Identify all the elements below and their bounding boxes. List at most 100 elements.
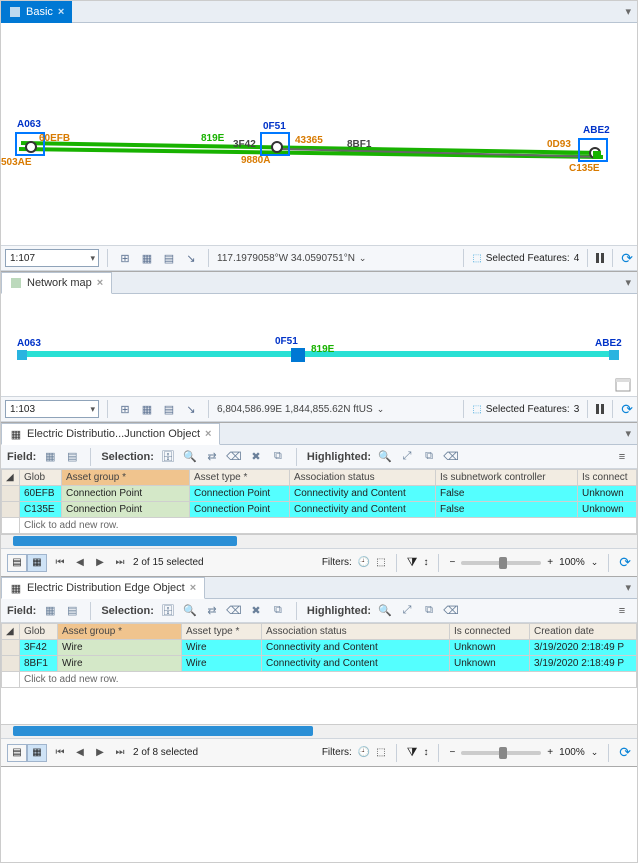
zoom-to-icon[interactable]: 🔍 bbox=[182, 603, 198, 619]
copy-sel-icon[interactable]: ⧉ bbox=[270, 603, 286, 619]
last-icon[interactable]: ⏭ bbox=[113, 746, 127, 760]
refresh-icon[interactable]: ⟳ bbox=[619, 554, 631, 571]
first-icon[interactable]: ⏮ bbox=[53, 746, 67, 760]
selection-icon[interactable]: ⬚ bbox=[472, 253, 481, 264]
basic-map-canvas[interactable]: A063 60EFB 503AE 819E 3F42 0F51 43365 98… bbox=[1, 23, 637, 245]
coords-display[interactable]: 6,804,586.99E 1,844,855.62N ftUS ⌄ bbox=[217, 404, 384, 415]
pane-menu-icon[interactable]: ▾ bbox=[625, 276, 637, 289]
chevron-down-icon[interactable]: ⌄ bbox=[591, 557, 599, 568]
switch-sel-icon[interactable]: ⇄ bbox=[204, 603, 220, 619]
close-icon[interactable]: × bbox=[97, 277, 103, 289]
expand-icon[interactable] bbox=[615, 378, 631, 392]
col-is-subnet[interactable]: Is subnetwork controller bbox=[436, 470, 578, 486]
time-filter-icon[interactable]: 🕘 bbox=[358, 557, 370, 568]
table-row[interactable]: C135E Connection Point Connection Point … bbox=[2, 502, 637, 518]
network-map-canvas[interactable]: A063 0F51 819E ABE2 bbox=[1, 294, 637, 396]
next-icon[interactable]: ▶ bbox=[93, 746, 107, 760]
prev-icon[interactable]: ◀ bbox=[73, 556, 87, 570]
table-row[interactable]: 60EFB Connection Point Connection Point … bbox=[2, 486, 637, 502]
col-creation-date[interactable]: Creation date bbox=[530, 624, 637, 640]
refresh-icon[interactable]: ⟳ bbox=[619, 744, 631, 761]
hl-select-icon[interactable]: ⧉ bbox=[421, 603, 437, 619]
copy-sel-icon[interactable]: ⧉ bbox=[270, 449, 286, 465]
close-icon[interactable]: × bbox=[58, 6, 64, 18]
col-asset-group[interactable]: Asset group * bbox=[62, 470, 190, 486]
scale-combo[interactable]: 1:103 bbox=[5, 400, 99, 418]
hl-zoom-icon[interactable]: 🔍 bbox=[377, 603, 393, 619]
sort-icon[interactable]: ↕ bbox=[423, 747, 428, 758]
col-asset-type[interactable]: Asset type * bbox=[190, 470, 290, 486]
zoom-slider[interactable] bbox=[461, 751, 541, 755]
view-mode-toggle[interactable]: ▤ ▦ bbox=[7, 744, 47, 762]
hl-select-icon[interactable]: ⧉ bbox=[421, 449, 437, 465]
table-row[interactable]: 3F42 Wire Wire Connectivity and Content … bbox=[2, 640, 637, 656]
time-filter-icon[interactable]: 🕘 bbox=[358, 747, 370, 758]
row-handle-header[interactable]: ◢ bbox=[2, 624, 20, 640]
selection-icon[interactable]: ⬚ bbox=[472, 404, 481, 415]
all-rows-icon[interactable]: ▤ bbox=[7, 554, 27, 572]
view-mode-toggle[interactable]: ▤ ▦ bbox=[7, 554, 47, 572]
hl-pan-icon[interactable]: ⤢ bbox=[399, 603, 415, 619]
junction-grid[interactable]: ◢ Glob Asset group * Asset type * Associ… bbox=[1, 469, 637, 534]
extent-filter-icon[interactable]: ⬚ bbox=[376, 557, 385, 568]
tab-edge[interactable]: ▦ Electric Distribution Edge Object × bbox=[1, 577, 205, 599]
hamburger-icon[interactable]: ≡ bbox=[613, 605, 631, 617]
grid-icon[interactable]: ▦ bbox=[138, 400, 156, 418]
zoom-plus[interactable]: + bbox=[547, 557, 553, 568]
zoom-plus[interactable]: + bbox=[547, 747, 553, 758]
scroll-thumb[interactable] bbox=[13, 536, 237, 546]
col-asset-type[interactable]: Asset type * bbox=[182, 624, 262, 640]
tab-network-map[interactable]: Network map × bbox=[1, 272, 112, 294]
select-by-attr-icon[interactable]: 🗄 bbox=[160, 603, 176, 619]
tab-junction[interactable]: ▦ Electric Distributio...Junction Object… bbox=[1, 423, 220, 445]
pause-icon[interactable] bbox=[596, 404, 604, 414]
select-by-attr-icon[interactable]: 🗄 bbox=[160, 449, 176, 465]
add-field-icon[interactable]: ▦ bbox=[42, 603, 58, 619]
table-icon[interactable]: ▤ bbox=[160, 400, 178, 418]
table-row[interactable]: 8BF1 Wire Wire Connectivity and Content … bbox=[2, 656, 637, 672]
edge-grid[interactable]: ◢ Glob Asset group * Asset type * Associ… bbox=[1, 623, 637, 688]
pane-menu-icon[interactable]: ▾ bbox=[625, 581, 637, 594]
coords-display[interactable]: 117.1979058°W 34.0590751°N ⌄ bbox=[217, 253, 366, 264]
pane-menu-icon[interactable]: ▾ bbox=[625, 5, 637, 18]
first-icon[interactable]: ⏮ bbox=[53, 556, 67, 570]
extent-filter-icon[interactable]: ⬚ bbox=[376, 747, 385, 758]
add-field-icon[interactable]: ▦ bbox=[42, 449, 58, 465]
snap-icon[interactable]: ⊞ bbox=[116, 249, 134, 267]
refresh-icon[interactable]: ⟳ bbox=[621, 401, 633, 418]
switch-sel-icon[interactable]: ⇄ bbox=[204, 449, 220, 465]
h-scrollbar[interactable] bbox=[1, 724, 637, 738]
delete-sel-icon[interactable]: ✖ bbox=[248, 449, 264, 465]
add-row[interactable]: Click to add new row. bbox=[2, 672, 637, 688]
sort-icon[interactable]: ↕ bbox=[423, 557, 428, 568]
delete-sel-icon[interactable]: ✖ bbox=[248, 603, 264, 619]
refresh-icon[interactable]: ⟳ bbox=[621, 250, 633, 267]
prev-icon[interactable]: ◀ bbox=[73, 746, 87, 760]
selected-rows-icon[interactable]: ▦ bbox=[27, 744, 47, 762]
row-handle-header[interactable]: ◢ bbox=[2, 470, 20, 486]
h-scrollbar[interactable] bbox=[1, 534, 637, 548]
col-assoc-status[interactable]: Association status bbox=[262, 624, 450, 640]
clear-sel-icon[interactable]: ⌫ bbox=[226, 603, 242, 619]
pause-icon[interactable] bbox=[596, 253, 604, 263]
col-asset-group[interactable]: Asset group * bbox=[58, 624, 182, 640]
zoom-minus[interactable]: − bbox=[449, 747, 455, 758]
last-icon[interactable]: ⏭ bbox=[113, 556, 127, 570]
next-icon[interactable]: ▶ bbox=[93, 556, 107, 570]
all-rows-icon[interactable]: ▤ bbox=[7, 744, 27, 762]
snap-icon[interactable]: ⊞ bbox=[116, 400, 134, 418]
table-icon[interactable]: ▤ bbox=[160, 249, 178, 267]
add-row[interactable]: Click to add new row. bbox=[2, 518, 637, 534]
hl-clear-icon[interactable]: ⌫ bbox=[443, 449, 459, 465]
close-icon[interactable]: × bbox=[190, 582, 196, 594]
hl-zoom-icon[interactable]: 🔍 bbox=[377, 449, 393, 465]
col-assoc-status[interactable]: Association status bbox=[290, 470, 436, 486]
calc-field-icon[interactable]: ▤ bbox=[64, 603, 80, 619]
close-icon[interactable]: × bbox=[205, 428, 211, 440]
hamburger-icon[interactable]: ≡ bbox=[613, 451, 631, 463]
grid-icon[interactable]: ▦ bbox=[138, 249, 156, 267]
col-glob[interactable]: Glob bbox=[20, 470, 62, 486]
chevron-down-icon[interactable]: ⌄ bbox=[591, 747, 599, 758]
scroll-thumb[interactable] bbox=[13, 726, 313, 736]
calc-field-icon[interactable]: ▤ bbox=[64, 449, 80, 465]
